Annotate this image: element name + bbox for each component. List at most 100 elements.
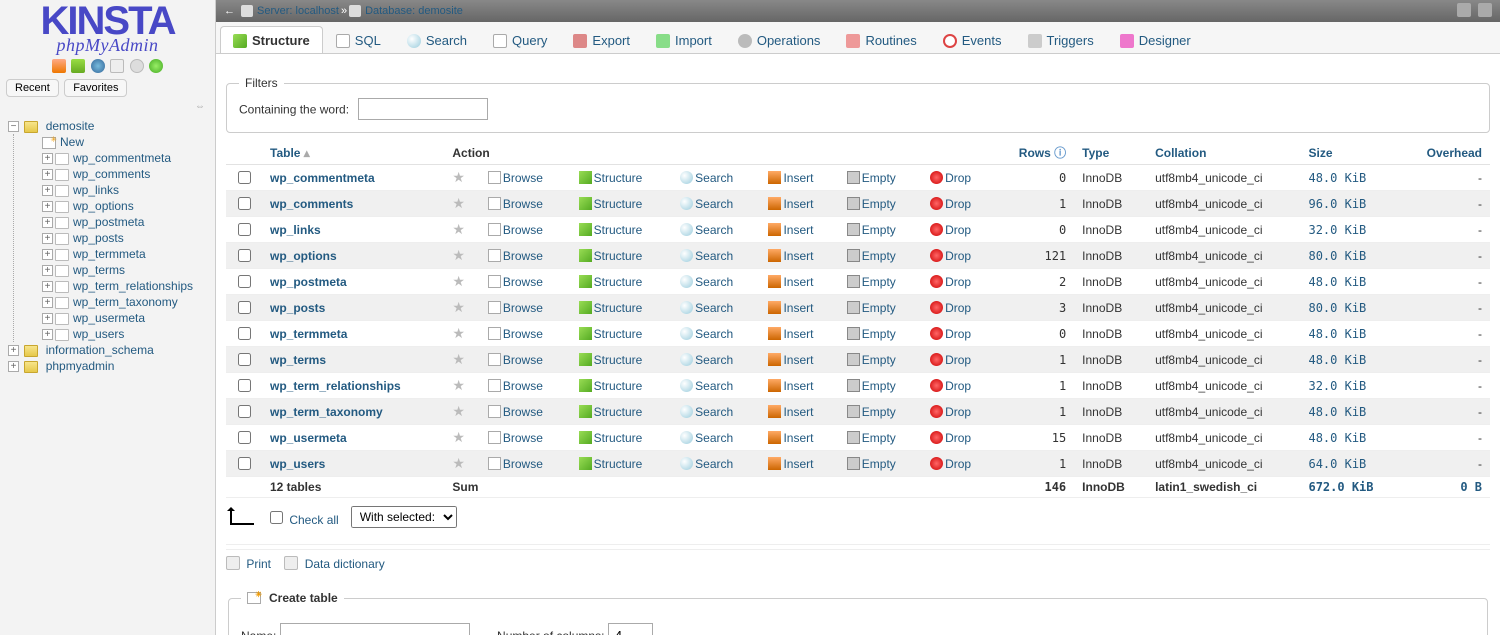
table-link[interactable]: wp_links	[73, 183, 119, 197]
favorite-icon[interactable]: ★	[452, 195, 465, 211]
db-link[interactable]: information_schema	[46, 343, 154, 357]
search-link[interactable]: Search	[695, 431, 733, 445]
col-size[interactable]: Size	[1300, 141, 1401, 165]
browse-link[interactable]: Browse	[503, 431, 543, 445]
check-all-checkbox[interactable]	[270, 511, 283, 524]
browse-link[interactable]: Browse	[503, 353, 543, 367]
search-link[interactable]: Search	[695, 327, 733, 341]
crumb-server[interactable]: Server: localhost	[257, 5, 339, 17]
empty-link[interactable]: Empty	[862, 171, 896, 185]
with-selected-select[interactable]: With selected:	[351, 506, 457, 528]
table-link[interactable]: wp_termmeta	[73, 247, 146, 261]
table-link[interactable]: wp_comments	[73, 167, 150, 181]
tree-db-phpmyadmin[interactable]: + phpmyadmin	[2, 358, 213, 374]
tree-expand-icon[interactable]: +	[8, 361, 19, 372]
search-link[interactable]: Search	[695, 457, 733, 471]
tree-expand-icon[interactable]: +	[42, 297, 53, 308]
favorite-icon[interactable]: ★	[452, 247, 465, 263]
drop-link[interactable]: Drop	[945, 353, 971, 367]
reload-icon[interactable]	[149, 59, 163, 73]
search-link[interactable]: Search	[695, 171, 733, 185]
insert-link[interactable]: Insert	[783, 275, 813, 289]
insert-link[interactable]: Insert	[783, 353, 813, 367]
structure-link[interactable]: Structure	[594, 405, 643, 419]
search-link[interactable]: Search	[695, 301, 733, 315]
empty-link[interactable]: Empty	[862, 249, 896, 263]
tree-expand-icon[interactable]: +	[42, 265, 53, 276]
drop-link[interactable]: Drop	[945, 171, 971, 185]
drop-link[interactable]: Drop	[945, 457, 971, 471]
tree-expand-icon[interactable]: +	[42, 313, 53, 324]
drop-link[interactable]: Drop	[945, 197, 971, 211]
structure-link[interactable]: Structure	[594, 197, 643, 211]
tab-routines[interactable]: Routines	[833, 26, 929, 53]
tab-operations[interactable]: Operations	[725, 26, 834, 53]
row-checkbox[interactable]	[238, 197, 251, 210]
insert-link[interactable]: Insert	[783, 301, 813, 315]
structure-link[interactable]: Structure	[594, 457, 643, 471]
favorite-icon[interactable]: ★	[452, 221, 465, 237]
insert-link[interactable]: Insert	[783, 457, 813, 471]
gear-icon[interactable]	[1457, 3, 1471, 17]
empty-link[interactable]: Empty	[862, 457, 896, 471]
favorite-icon[interactable]: ★	[452, 455, 465, 471]
table-link[interactable]: wp_commentmeta	[73, 151, 171, 165]
row-checkbox[interactable]	[238, 405, 251, 418]
table-link[interactable]: wp_terms	[73, 263, 125, 277]
db-link[interactable]: phpmyadmin	[46, 359, 115, 373]
browse-link[interactable]: Browse	[503, 197, 543, 211]
row-checkbox[interactable]	[238, 379, 251, 392]
tree-table-wp_termmeta[interactable]: +wp_termmeta	[20, 246, 213, 262]
insert-link[interactable]: Insert	[783, 223, 813, 237]
drop-link[interactable]: Drop	[945, 301, 971, 315]
tree-expand-icon[interactable]: +	[42, 153, 53, 164]
table-name-link[interactable]: wp_options	[270, 249, 337, 263]
logout-icon[interactable]	[71, 59, 85, 73]
tree-table-wp_commentmeta[interactable]: + wp_commentmeta	[20, 150, 213, 166]
row-checkbox[interactable]	[238, 457, 251, 470]
insert-link[interactable]: Insert	[783, 431, 813, 445]
empty-link[interactable]: Empty	[862, 405, 896, 419]
tree-new-table[interactable]: New	[20, 134, 213, 150]
tab-query[interactable]: Query	[480, 26, 560, 53]
table-link[interactable]: wp_postmeta	[73, 215, 144, 229]
browse-link[interactable]: Browse	[503, 223, 543, 237]
empty-link[interactable]: Empty	[862, 379, 896, 393]
insert-link[interactable]: Insert	[783, 379, 813, 393]
table-link[interactable]: wp_options	[73, 199, 134, 213]
docs-icon[interactable]	[91, 59, 105, 73]
collapse-icon[interactable]: ⇔	[0, 99, 215, 114]
browse-link[interactable]: Browse	[503, 171, 543, 185]
structure-link[interactable]: Structure	[594, 301, 643, 315]
tab-sql[interactable]: SQL	[323, 26, 394, 53]
insert-link[interactable]: Insert	[783, 405, 813, 419]
tree-table-wp_options[interactable]: +wp_options	[20, 198, 213, 214]
crumb-database[interactable]: Database: demosite	[365, 5, 463, 17]
tab-designer[interactable]: Designer	[1107, 26, 1204, 53]
tree-expand-icon[interactable]: +	[42, 217, 53, 228]
tree-table-wp_comments[interactable]: +wp_comments	[20, 166, 213, 182]
favorite-icon[interactable]: ★	[452, 377, 465, 393]
favorite-icon[interactable]: ★	[452, 351, 465, 367]
empty-link[interactable]: Empty	[862, 197, 896, 211]
favorite-icon[interactable]: ★	[452, 325, 465, 341]
drop-link[interactable]: Drop	[945, 275, 971, 289]
table-link[interactable]: wp_term_taxonomy	[73, 295, 178, 309]
favorite-icon[interactable]: ★	[452, 429, 465, 445]
tree-table-wp_usermeta[interactable]: +wp_usermeta	[20, 310, 213, 326]
browse-link[interactable]: Browse	[503, 379, 543, 393]
table-name-link[interactable]: wp_posts	[270, 301, 325, 315]
insert-link[interactable]: Insert	[783, 197, 813, 211]
row-checkbox[interactable]	[238, 327, 251, 340]
search-link[interactable]: Search	[695, 197, 733, 211]
tab-search[interactable]: Search	[394, 26, 480, 53]
structure-link[interactable]: Structure	[594, 431, 643, 445]
insert-link[interactable]: Insert	[783, 249, 813, 263]
table-name-link[interactable]: wp_term_relationships	[270, 379, 401, 393]
drop-link[interactable]: Drop	[945, 431, 971, 445]
tree-table-wp_links[interactable]: +wp_links	[20, 182, 213, 198]
table-link[interactable]: wp_term_relationships	[73, 279, 193, 293]
browse-link[interactable]: Browse	[503, 405, 543, 419]
row-checkbox[interactable]	[238, 353, 251, 366]
browse-link[interactable]: Browse	[503, 327, 543, 341]
